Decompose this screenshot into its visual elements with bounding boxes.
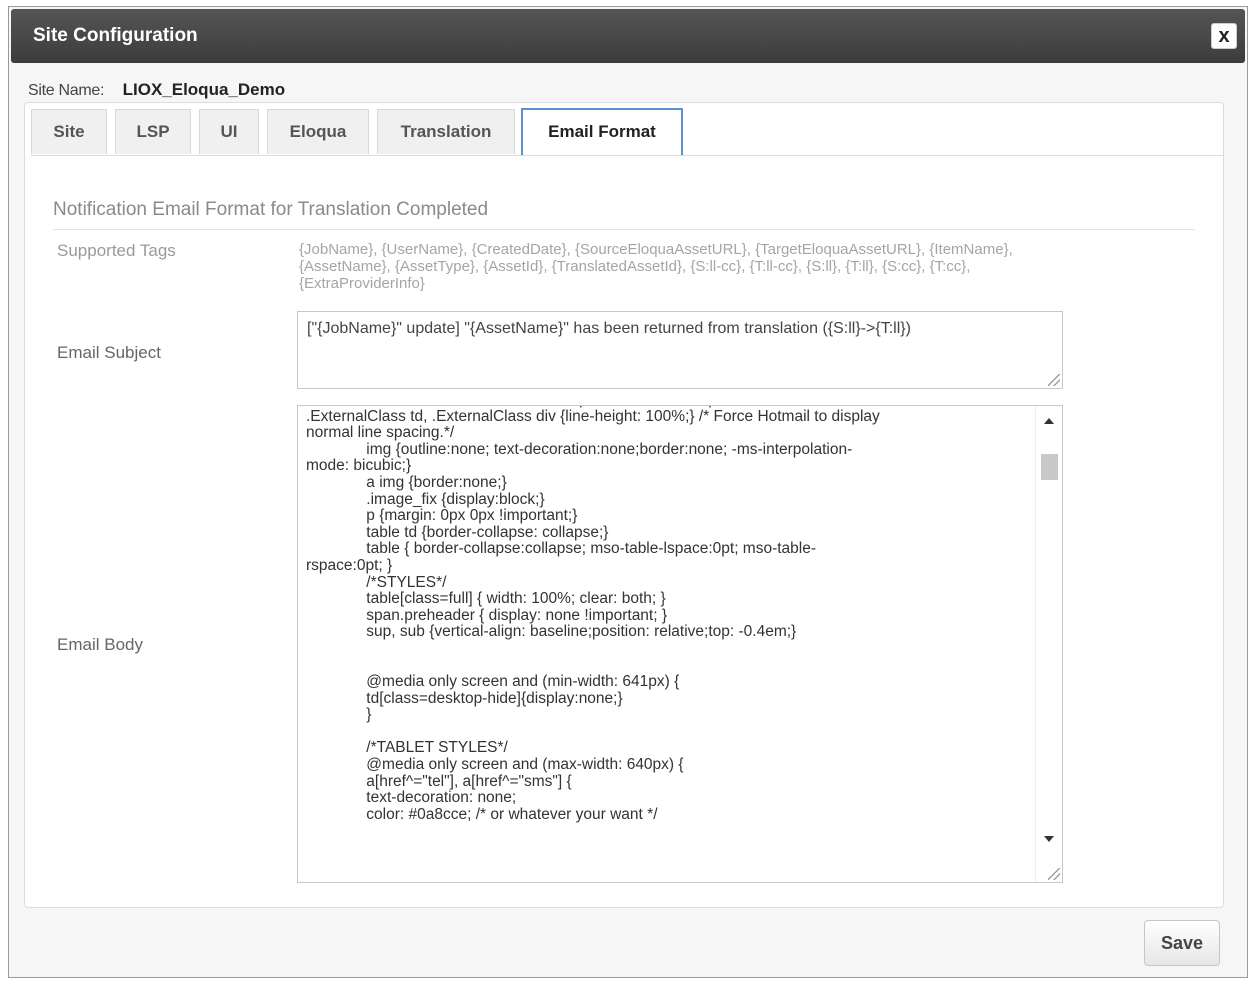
email-body-value: .ExternalClass, .ExternalClass p, .Exter… — [306, 406, 880, 823]
tab-translation[interactable]: Translation — [377, 109, 515, 154]
close-icon: x — [1218, 25, 1230, 47]
scroll-up-arrow-icon[interactable] — [1044, 418, 1054, 424]
scroll-thumb[interactable] — [1041, 454, 1058, 480]
tab-site[interactable]: Site — [31, 109, 107, 154]
resize-grip-icon[interactable] — [1048, 374, 1060, 386]
email-subject-label: Email Subject — [57, 343, 161, 362]
tab-bar: Site LSP UI Eloqua Translation Email For… — [31, 108, 1223, 156]
close-button[interactable]: x — [1211, 23, 1237, 49]
tab-lsp[interactable]: LSP — [115, 109, 191, 154]
tab-email-format[interactable]: Email Format — [521, 108, 683, 155]
dialog-title: Site Configuration — [33, 25, 198, 46]
site-name-label: Site Name: — [28, 82, 105, 99]
dialog-titlebar: Site Configuration x — [11, 9, 1245, 63]
tab-ui[interactable]: UI — [199, 109, 259, 154]
section-title: Notification Email Format for Translatio… — [53, 199, 1195, 230]
email-body-scrollbar[interactable] — [1035, 406, 1062, 882]
scroll-down-arrow-icon[interactable] — [1044, 836, 1054, 842]
save-button[interactable]: Save — [1144, 920, 1220, 966]
site-name-row: Site Name: LIOX_Eloqua_Demo — [28, 80, 285, 100]
email-subject-value: ["{JobName}" update] "{AssetName}" has b… — [307, 320, 911, 337]
site-name-value: LIOX_Eloqua_Demo — [122, 80, 286, 99]
config-panel: Site LSP UI Eloqua Translation Email For… — [24, 102, 1224, 908]
email-body-label: Email Body — [57, 635, 143, 654]
supported-tags-text: {JobName}, {UserName}, {CreatedDate}, {S… — [299, 241, 1013, 292]
tab-eloqua[interactable]: Eloqua — [267, 109, 369, 154]
email-body-field[interactable]: .ExternalClass, .ExternalClass p, .Exter… — [297, 405, 1063, 883]
supported-tags-label: Supported Tags — [57, 241, 176, 260]
resize-grip-icon[interactable] — [1048, 868, 1060, 880]
email-subject-field[interactable]: ["{JobName}" update] "{AssetName}" has b… — [297, 311, 1063, 389]
